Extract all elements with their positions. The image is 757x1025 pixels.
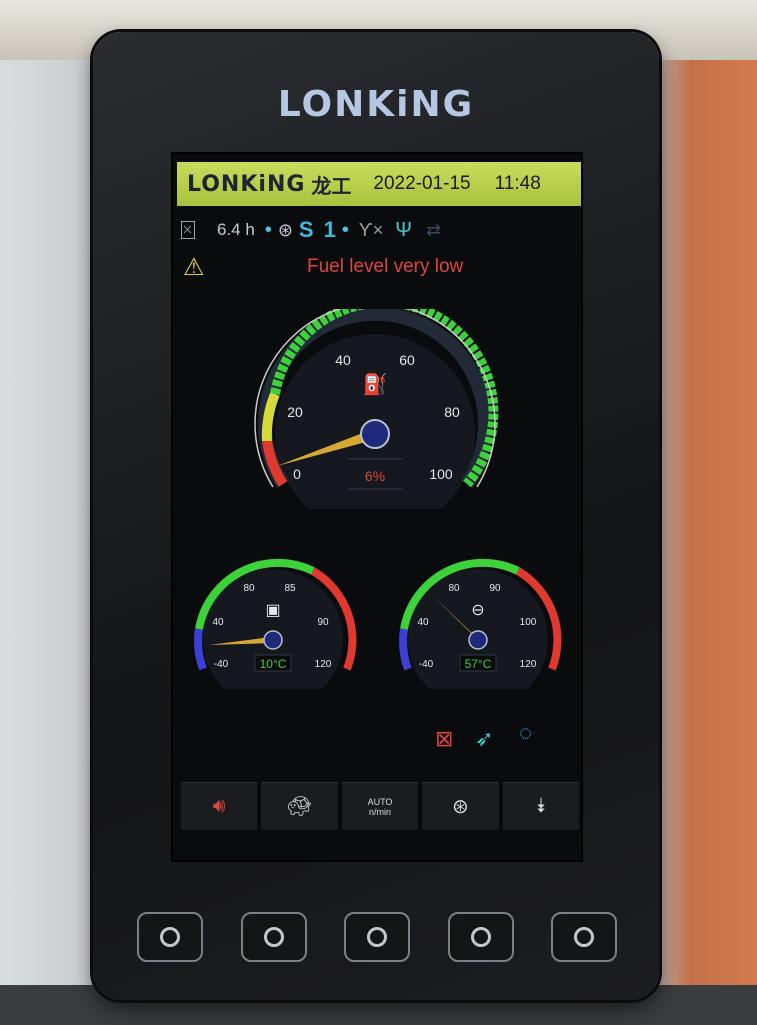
warning-icon: ⚠ (183, 253, 205, 281)
rpm-label: n/min (369, 806, 392, 817)
display-screen: LONKiNG 龙工 2022-01-15 11:48 6.4 h • ⊛ S … (171, 152, 583, 862)
hardware-button-1[interactable] (137, 912, 203, 962)
coolant-tick: 80 (243, 583, 255, 594)
hardware-button-3[interactable] (344, 912, 410, 962)
warning-row: ⚠ Fuel level very low (183, 252, 581, 282)
circle-icon (367, 927, 387, 947)
auto-idle-button[interactable]: AUTO n/min (341, 782, 419, 830)
fuel-tick: 20 (287, 404, 303, 420)
oil-tick: 80 (448, 583, 460, 594)
work-mode-number: 1 (323, 217, 336, 242)
auto-idle-icon: ◌ (519, 720, 533, 745)
engine-icon: ⊛ (452, 796, 469, 818)
turtle-icon: 🐢︎ (286, 796, 313, 818)
coolant-tick: 120 (315, 659, 332, 670)
work-mode-letter: S (298, 217, 314, 242)
hour-meter: 6.4 h (217, 220, 255, 239)
fuel-filter-icon: ⊠ (435, 726, 454, 751)
hourglass-icon (181, 221, 195, 239)
circle-icon (574, 927, 594, 947)
soft-key-bar: 🔊︎ 🐢︎ AUTO n/min ⊛ ⯯ (181, 782, 580, 830)
header-brand-cn: 龙工 (311, 175, 352, 198)
oil-tick: 100 (520, 617, 537, 628)
menu-down-button[interactable]: ⯯ (502, 782, 580, 830)
fuel-tick: 100 (429, 466, 453, 482)
oil-temp-icon: ⊖ (471, 602, 484, 619)
header-brand: LONKiNG (187, 171, 306, 197)
fuel-tick: 40 (335, 352, 351, 368)
rabbit-speed-icon: ➶ (475, 726, 494, 751)
hardware-button-5[interactable] (551, 912, 617, 962)
fuel-pump-icon: ⛽ (363, 372, 388, 396)
coolant-tick: -40 (214, 659, 229, 670)
warning-message: Fuel level very low (307, 256, 464, 277)
signal-antenna-icon: Ψ (395, 218, 413, 241)
fuel-tick: 60 (399, 352, 415, 368)
speaker-icon: 🔊︎ (212, 795, 226, 817)
oil-tick: 120 (520, 659, 537, 670)
horn-button[interactable]: 🔊︎ (181, 782, 258, 830)
hardware-button-2[interactable] (240, 912, 307, 962)
travel-icon: ⇄ (426, 219, 442, 240)
circle-icon (263, 927, 284, 947)
coolant-tick: 40 (212, 617, 224, 628)
hydraulic-oil-temp-gauge: -40 40 80 90 100 120 ⊖ 57°C (399, 558, 562, 689)
fuel-gauge: 0 20 40 60 80 100 ⛽ 6% (254, 309, 499, 509)
header-time: 11:48 (494, 173, 541, 194)
header-date: 2022-01-15 (373, 173, 471, 194)
monitor-device: LONKiNG LONKiNG 龙工 2022-01-15 11:48 6.4 … (93, 32, 659, 1000)
status-row: 6.4 h • ⊛ S 1 • Ƴ× Ψ ⇄ (181, 214, 581, 246)
fuel-percent: 6% (365, 468, 385, 484)
coolant-temp-icon: ▣ (265, 602, 280, 619)
engine-button[interactable]: ⊛ (422, 782, 499, 830)
chevron-down-icon: ⯯ (534, 795, 547, 817)
coolant-tick: 85 (284, 583, 296, 594)
fuel-tick: 80 (444, 404, 460, 420)
circle-icon (160, 927, 180, 947)
auto-idle-icon: AUTO n/min (368, 797, 393, 817)
auto-label: AUTO (367, 796, 393, 807)
oil-tick: 90 (489, 583, 501, 594)
engine-icon: ⊛ (277, 219, 293, 240)
slow-speed-button[interactable]: 🐢︎ (261, 782, 338, 830)
coolant-tick: 90 (317, 617, 329, 628)
indicator-dot: • (264, 218, 272, 241)
device-brand-logo: LONKiNG (277, 84, 475, 125)
hardware-button-4[interactable] (447, 912, 514, 962)
no-signal-icon: Ƴ× (358, 219, 384, 240)
fuel-tick: 0 (293, 466, 301, 482)
oil-tick: -40 (419, 659, 434, 670)
indicator-dot: • (341, 218, 349, 241)
hardware-buttons (137, 912, 617, 966)
oil-tick: 40 (417, 617, 429, 628)
header-bar: LONKiNG 龙工 2022-01-15 11:48 (177, 162, 581, 206)
oil-value: 57°C (465, 657, 492, 671)
coolant-value: 10°C (260, 657, 287, 671)
circle-icon (470, 927, 491, 947)
coolant-temp-gauge: -40 40 80 85 90 120 ▣ 10°C (194, 558, 357, 689)
indicator-icons: ⊠ ➶ ◌ (173, 714, 581, 764)
